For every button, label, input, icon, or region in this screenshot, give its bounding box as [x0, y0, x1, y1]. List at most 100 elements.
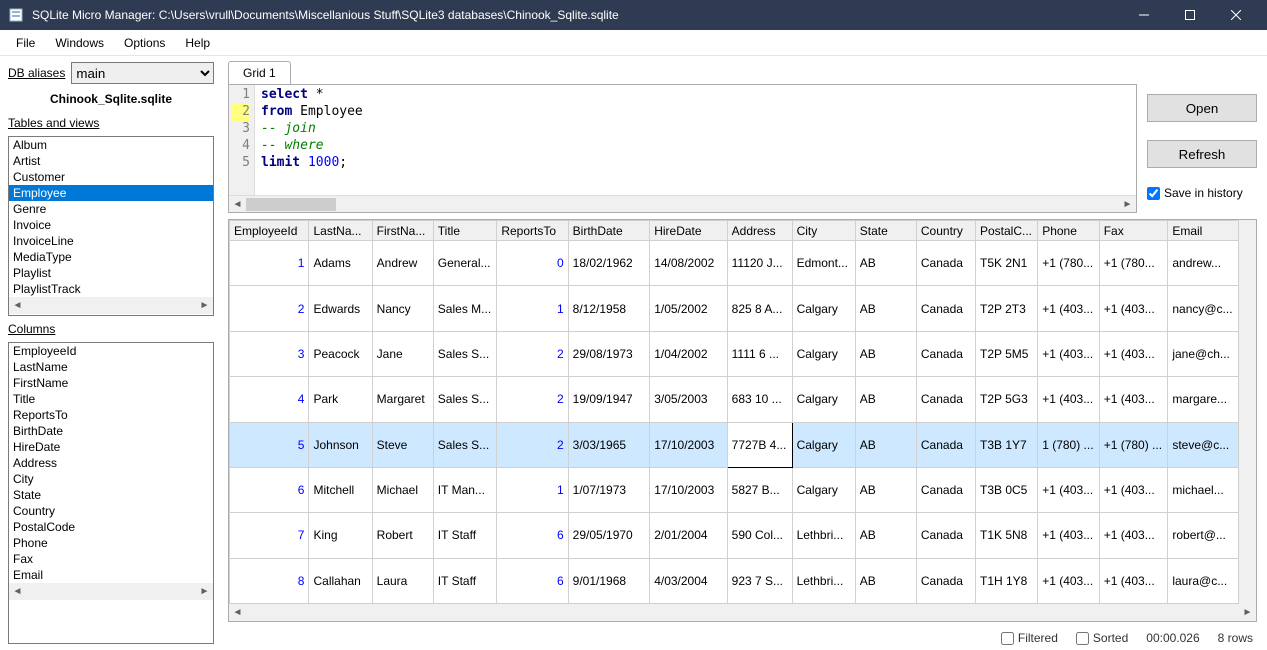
- cell[interactable]: T2P 2T3: [976, 286, 1038, 331]
- table-item-invoice[interactable]: Invoice: [9, 217, 213, 233]
- scroll-right-icon[interactable]: ►: [196, 297, 213, 314]
- cell[interactable]: 683 10 ...: [727, 377, 792, 422]
- cell[interactable]: Peacock: [309, 331, 372, 376]
- table-item-artist[interactable]: Artist: [9, 153, 213, 169]
- column-item-employeeid[interactable]: EmployeeId: [9, 343, 213, 359]
- cell[interactable]: Canada: [916, 467, 975, 512]
- filtered-checkbox[interactable]: Filtered: [1001, 631, 1058, 645]
- cell[interactable]: AB: [855, 422, 916, 467]
- cell[interactable]: Sales S...: [433, 331, 497, 376]
- table-item-customer[interactable]: Customer: [9, 169, 213, 185]
- column-item-postalcode[interactable]: PostalCode: [9, 519, 213, 535]
- cell[interactable]: 1: [497, 286, 568, 331]
- cell[interactable]: 29/05/1970: [568, 513, 650, 558]
- column-header[interactable]: Phone: [1038, 221, 1100, 241]
- cell[interactable]: 6: [497, 558, 568, 603]
- scroll-left-icon[interactable]: ◄: [229, 196, 246, 213]
- column-item-country[interactable]: Country: [9, 503, 213, 519]
- cell[interactable]: 1/07/1973: [568, 467, 650, 512]
- cell[interactable]: +1 (403...: [1038, 286, 1100, 331]
- column-item-hiredate[interactable]: HireDate: [9, 439, 213, 455]
- cell[interactable]: +1 (403...: [1099, 377, 1168, 422]
- cell[interactable]: King: [309, 513, 372, 558]
- menu-windows[interactable]: Windows: [45, 33, 114, 53]
- cell[interactable]: AB: [855, 331, 916, 376]
- cell[interactable]: Calgary: [792, 331, 855, 376]
- cell[interactable]: Canada: [916, 422, 975, 467]
- cell[interactable]: +1 (780) ...: [1099, 422, 1168, 467]
- cell[interactable]: 2: [497, 377, 568, 422]
- cell[interactable]: Johnson: [309, 422, 372, 467]
- cell[interactable]: 17/10/2003: [650, 422, 727, 467]
- scroll-left-icon[interactable]: ◄: [9, 297, 26, 314]
- cell[interactable]: T2P 5G3: [976, 377, 1038, 422]
- cell[interactable]: 1 (780) ...: [1038, 422, 1100, 467]
- scroll-right-icon[interactable]: ►: [1239, 604, 1256, 621]
- cell[interactable]: Canada: [916, 558, 975, 603]
- db-aliases-select[interactable]: main: [71, 62, 214, 84]
- cell[interactable]: 1/04/2002: [650, 331, 727, 376]
- cell[interactable]: Sales M...: [433, 286, 497, 331]
- cell[interactable]: Edmont...: [792, 241, 855, 286]
- column-item-address[interactable]: Address: [9, 455, 213, 471]
- cell[interactable]: T3B 0C5: [976, 467, 1038, 512]
- cell[interactable]: +1 (403...: [1099, 331, 1168, 376]
- columns-list[interactable]: EmployeeIdLastNameFirstNameTitleReportsT…: [8, 342, 214, 644]
- cell[interactable]: 7727B 4...: [727, 422, 792, 467]
- cell[interactable]: 2: [230, 286, 309, 331]
- cell[interactable]: 1: [230, 241, 309, 286]
- cell[interactable]: AB: [855, 286, 916, 331]
- cell[interactable]: michael...: [1168, 467, 1239, 512]
- cell[interactable]: Canada: [916, 286, 975, 331]
- table-row[interactable]: 5JohnsonSteveSales S...23/03/196517/10/2…: [230, 422, 1239, 467]
- cell[interactable]: Adams: [309, 241, 372, 286]
- cell[interactable]: 1111 6 ...: [727, 331, 792, 376]
- cell[interactable]: Canada: [916, 241, 975, 286]
- cell[interactable]: 923 7 S...: [727, 558, 792, 603]
- scroll-right-icon[interactable]: ►: [196, 583, 213, 600]
- cell[interactable]: IT Man...: [433, 467, 497, 512]
- table-row[interactable]: 7KingRobertIT Staff629/05/19702/01/20045…: [230, 513, 1239, 558]
- column-item-email[interactable]: Email: [9, 567, 213, 583]
- scroll-right-icon[interactable]: ►: [1119, 196, 1136, 213]
- column-header[interactable]: City: [792, 221, 855, 241]
- cell[interactable]: 8/12/1958: [568, 286, 650, 331]
- sql-editor[interactable]: 12345 select *from Employee-- join-- whe…: [228, 84, 1137, 213]
- cell[interactable]: Laura: [372, 558, 433, 603]
- table-item-mediatype[interactable]: MediaType: [9, 249, 213, 265]
- cell[interactable]: Mitchell: [309, 467, 372, 512]
- cell[interactable]: AB: [855, 558, 916, 603]
- cell[interactable]: 590 Col...: [727, 513, 792, 558]
- cell[interactable]: 8: [230, 558, 309, 603]
- menu-help[interactable]: Help: [175, 33, 220, 53]
- cell[interactable]: 1/05/2002: [650, 286, 727, 331]
- cell[interactable]: Park: [309, 377, 372, 422]
- table-row[interactable]: 2EdwardsNancySales M...18/12/19581/05/20…: [230, 286, 1239, 331]
- refresh-button[interactable]: Refresh: [1147, 140, 1257, 168]
- cell[interactable]: T5K 2N1: [976, 241, 1038, 286]
- cell[interactable]: 11120 J...: [727, 241, 792, 286]
- column-header[interactable]: EmployeeId: [230, 221, 309, 241]
- cell[interactable]: General...: [433, 241, 497, 286]
- cell[interactable]: Steve: [372, 422, 433, 467]
- cell[interactable]: robert@...: [1168, 513, 1239, 558]
- scrollbar-vertical[interactable]: [1239, 220, 1256, 604]
- cell[interactable]: +1 (403...: [1038, 558, 1100, 603]
- cell[interactable]: Calgary: [792, 286, 855, 331]
- cell[interactable]: andrew...: [1168, 241, 1239, 286]
- cell[interactable]: 5: [230, 422, 309, 467]
- column-header[interactable]: State: [855, 221, 916, 241]
- scrollbar[interactable]: ◄ ►: [9, 297, 213, 314]
- cell[interactable]: +1 (403...: [1038, 513, 1100, 558]
- column-header[interactable]: LastNa...: [309, 221, 372, 241]
- cell[interactable]: nancy@c...: [1168, 286, 1239, 331]
- column-item-city[interactable]: City: [9, 471, 213, 487]
- scrollbar[interactable]: ◄ ►: [9, 583, 213, 600]
- tables-list[interactable]: AlbumArtistCustomerEmployeeGenreInvoiceI…: [8, 136, 214, 316]
- cell[interactable]: IT Staff: [433, 513, 497, 558]
- cell[interactable]: 5827 B...: [727, 467, 792, 512]
- cell[interactable]: AB: [855, 513, 916, 558]
- tab-grid-1[interactable]: Grid 1: [228, 61, 291, 84]
- cell[interactable]: Nancy: [372, 286, 433, 331]
- cell[interactable]: 17/10/2003: [650, 467, 727, 512]
